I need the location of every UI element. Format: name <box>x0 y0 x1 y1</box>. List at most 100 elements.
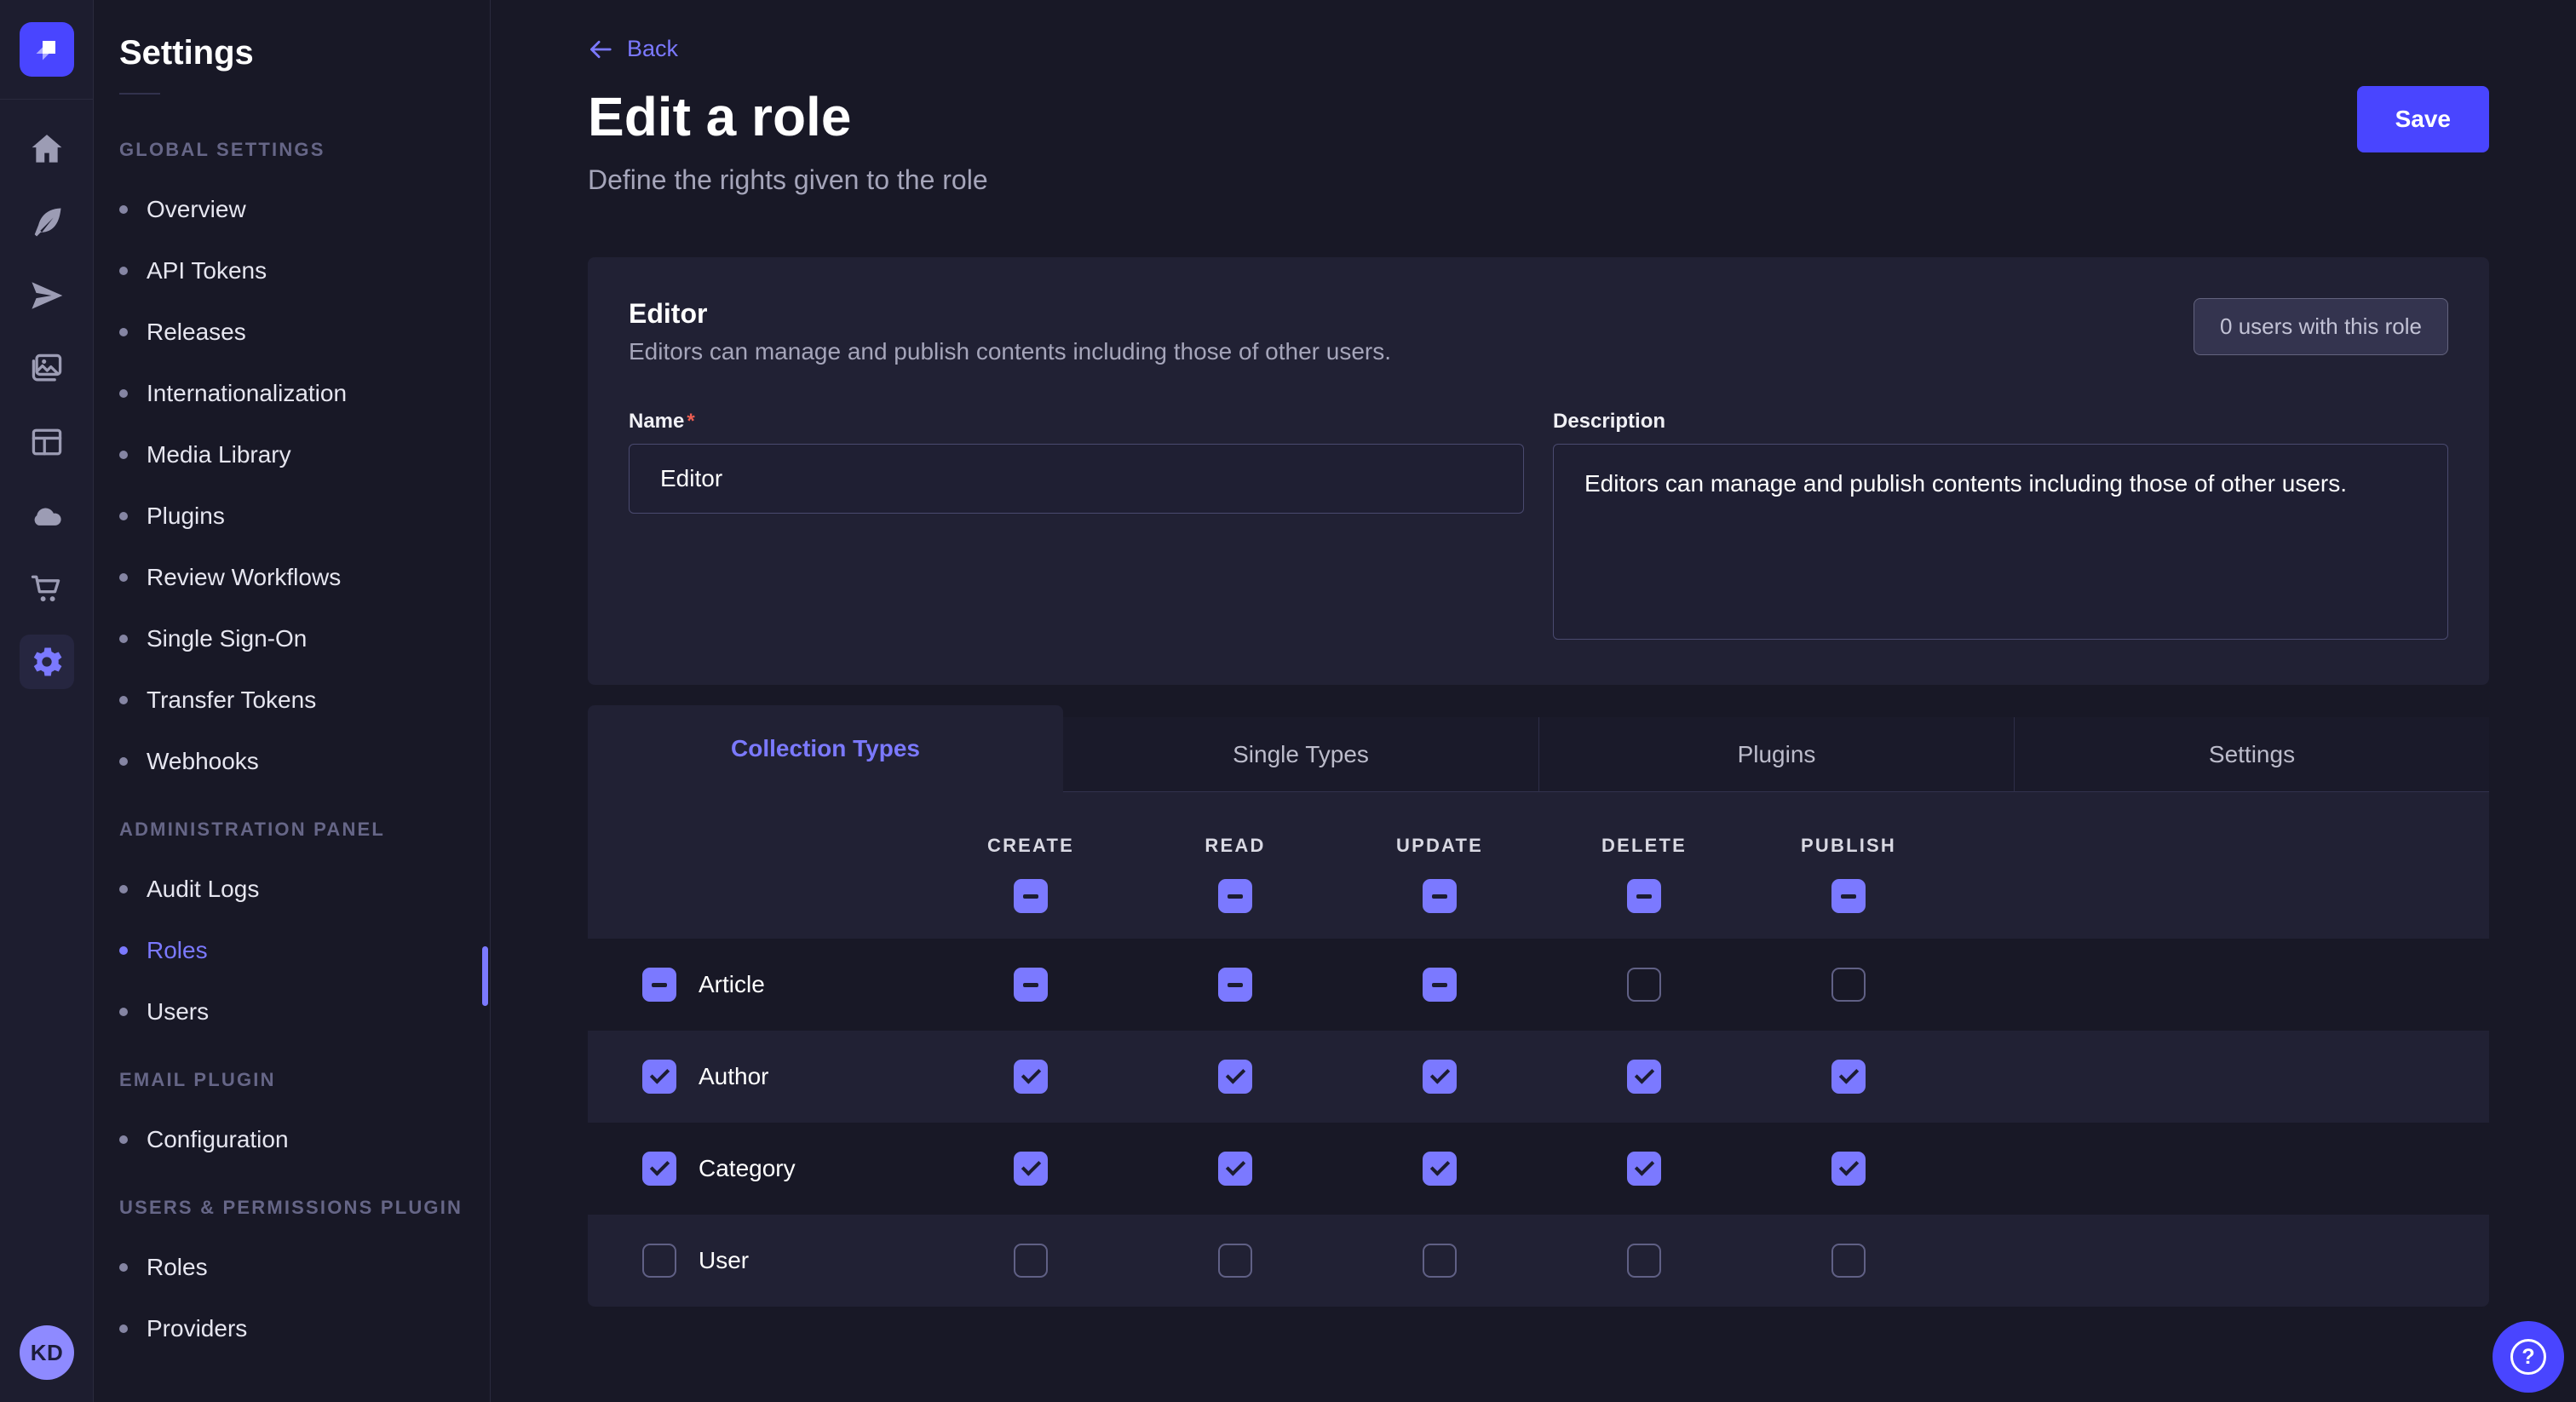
subnav-item-label: Users <box>147 998 209 1026</box>
layout-icon[interactable] <box>20 415 74 469</box>
user-update-checkbox[interactable] <box>1423 1244 1457 1278</box>
author-create-checkbox[interactable] <box>1014 1060 1048 1094</box>
tab-plugins[interactable]: Plugins <box>1538 717 2014 792</box>
article-delete-checkbox[interactable] <box>1627 968 1661 1002</box>
strapi-logo-icon <box>30 32 64 66</box>
page-title: Edit a role <box>588 86 851 147</box>
cloud-icon[interactable] <box>20 488 74 543</box>
subnav-item-overview[interactable]: Overview <box>119 197 490 222</box>
subnav-item-releases[interactable]: Releases <box>119 319 490 345</box>
subnav-item-internationalization[interactable]: Internationalization <box>119 381 490 406</box>
name-field-label: Name* <box>629 410 1524 434</box>
description-field-label: Description <box>1553 410 2448 434</box>
subnav-item-providers[interactable]: Providers <box>119 1316 490 1342</box>
subnav-title-divider <box>119 93 160 95</box>
column-label-update: UPDATE <box>1337 835 1542 857</box>
user-read-checkbox[interactable] <box>1218 1244 1252 1278</box>
subnav-item-webhooks[interactable]: Webhooks <box>119 749 490 774</box>
subnav-item-label: Webhooks <box>147 748 259 775</box>
row-label: Author <box>699 1063 769 1090</box>
subnav-item-users[interactable]: Users <box>119 999 490 1025</box>
tab-settings[interactable]: Settings <box>2014 717 2489 792</box>
back-arrow-icon <box>588 37 613 62</box>
row-checkbox-user[interactable] <box>642 1244 676 1278</box>
subnav-item-label: Configuration <box>147 1126 289 1153</box>
column-label-read: READ <box>1133 835 1337 857</box>
subnav-item-roles-admin[interactable]: Roles <box>119 938 490 963</box>
role-description-text: Editors can manage and publish contents … <box>629 338 1391 365</box>
strapi-logo[interactable] <box>20 22 74 77</box>
row-checkbox-article[interactable] <box>642 968 676 1002</box>
save-button[interactable]: Save <box>2357 86 2489 152</box>
media-library-icon[interactable] <box>20 342 74 396</box>
bullet-dot <box>119 1263 128 1272</box>
permissions-panel: CREATE READ UPDATE DELETE PUBLISH <box>588 792 2489 1307</box>
permissions-column-labels: CREATE READ UPDATE DELETE PUBLISH <box>588 835 2489 857</box>
select-all-create-checkbox[interactable] <box>1014 879 1048 913</box>
subnav-item-label: Transfer Tokens <box>147 687 316 714</box>
category-create-checkbox[interactable] <box>1014 1152 1048 1186</box>
row-checkbox-category[interactable] <box>642 1152 676 1186</box>
table-row-article: Article <box>588 939 2489 1031</box>
row-checkbox-author[interactable] <box>642 1060 676 1094</box>
author-delete-checkbox[interactable] <box>1627 1060 1661 1094</box>
bullet-dot <box>119 205 128 214</box>
select-all-delete-checkbox[interactable] <box>1627 879 1661 913</box>
subnav-item-audit-logs[interactable]: Audit Logs <box>119 876 490 902</box>
subnav-item-media-library[interactable]: Media Library <box>119 442 490 468</box>
subnav-item-plugins[interactable]: Plugins <box>119 503 490 529</box>
feather-pen-icon[interactable] <box>20 195 74 250</box>
role-description-textarea[interactable]: Editors can manage and publish contents … <box>1553 444 2448 640</box>
article-create-checkbox[interactable] <box>1014 968 1048 1002</box>
subnav-item-label: Overview <box>147 196 246 223</box>
select-all-read-checkbox[interactable] <box>1218 879 1252 913</box>
article-publish-checkbox[interactable] <box>1831 968 1866 1002</box>
help-button[interactable]: ? <box>2493 1321 2564 1393</box>
subnav-scrollbar-thumb[interactable] <box>482 946 488 1006</box>
column-label-publish: PUBLISH <box>1746 835 1951 857</box>
paper-plane-icon[interactable] <box>20 268 74 323</box>
subnav-item-transfer-tokens[interactable]: Transfer Tokens <box>119 687 490 713</box>
settings-gear-icon[interactable] <box>20 635 74 689</box>
select-all-publish-checkbox[interactable] <box>1831 879 1866 913</box>
section-users-permissions-plugin: USERS & PERMISSIONS PLUGIN <box>119 1197 490 1219</box>
bullet-dot <box>119 328 128 336</box>
author-publish-checkbox[interactable] <box>1831 1060 1866 1094</box>
marketplace-cart-icon[interactable] <box>20 561 74 616</box>
bullet-dot <box>119 946 128 955</box>
description-field-group: Description Editors can manage and publi… <box>1553 410 2448 644</box>
user-avatar[interactable]: KD <box>20 1325 74 1380</box>
category-delete-checkbox[interactable] <box>1627 1152 1661 1186</box>
subnav-item-api-tokens[interactable]: API Tokens <box>119 258 490 284</box>
settings-subnav: Settings GLOBAL SETTINGS Overview API To… <box>94 0 491 1402</box>
user-create-checkbox[interactable] <box>1014 1244 1048 1278</box>
author-read-checkbox[interactable] <box>1218 1060 1252 1094</box>
bullet-dot <box>119 389 128 398</box>
author-update-checkbox[interactable] <box>1423 1060 1457 1094</box>
tab-collection-types[interactable]: Collection Types <box>588 705 1063 792</box>
subnav-item-review-workflows[interactable]: Review Workflows <box>119 565 490 590</box>
article-update-checkbox[interactable] <box>1423 968 1457 1002</box>
subnav-item-label: Providers <box>147 1315 247 1342</box>
back-link[interactable]: Back <box>588 36 678 62</box>
app-window: KD Settings GLOBAL SETTINGS Overview API… <box>0 0 2576 1402</box>
main-nav-rail: KD <box>0 0 94 1402</box>
select-all-update-checkbox[interactable] <box>1423 879 1457 913</box>
users-with-role-button[interactable]: 0 users with this role <box>2194 298 2448 355</box>
article-read-checkbox[interactable] <box>1218 968 1252 1002</box>
subnav-item-configuration[interactable]: Configuration <box>119 1127 490 1152</box>
bullet-dot <box>119 1008 128 1016</box>
home-icon[interactable] <box>20 122 74 176</box>
tab-single-types[interactable]: Single Types <box>1063 717 1538 792</box>
user-publish-checkbox[interactable] <box>1831 1244 1866 1278</box>
permissions-header-checkboxes <box>588 879 2489 913</box>
subnav-item-single-sign-on[interactable]: Single Sign-On <box>119 626 490 652</box>
bullet-dot <box>119 1135 128 1144</box>
category-publish-checkbox[interactable] <box>1831 1152 1866 1186</box>
category-read-checkbox[interactable] <box>1218 1152 1252 1186</box>
name-field-group: Name* <box>629 410 1524 644</box>
subnav-item-roles-up[interactable]: Roles <box>119 1255 490 1280</box>
category-update-checkbox[interactable] <box>1423 1152 1457 1186</box>
role-name-input[interactable] <box>629 444 1524 514</box>
user-delete-checkbox[interactable] <box>1627 1244 1661 1278</box>
